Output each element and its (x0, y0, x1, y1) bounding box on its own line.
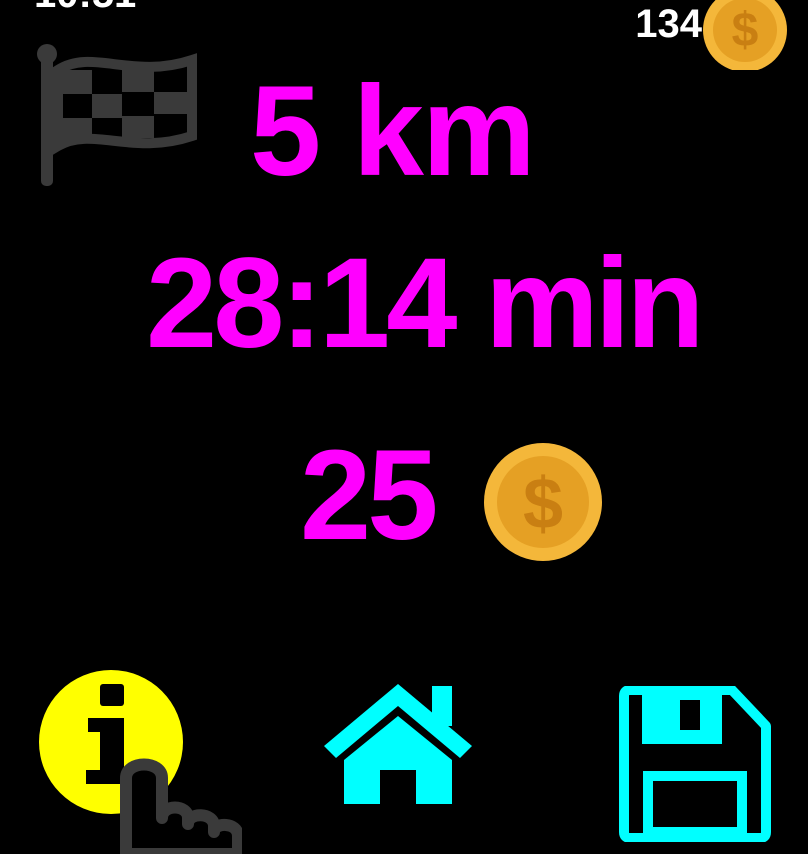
coin-balance: 134 (635, 2, 702, 46)
distance-value: 5 km (250, 60, 536, 203)
floppy-disk-icon (619, 685, 771, 843)
tap-hand-icon (120, 758, 244, 854)
coin-icon: $ (703, 0, 787, 70)
svg-text:$: $ (523, 464, 563, 544)
info-button[interactable] (38, 668, 244, 854)
checkered-flag-icon (37, 44, 197, 186)
coins-earned-value: 25 (300, 424, 438, 567)
status-time: 10:51 (34, 0, 136, 14)
home-icon (324, 684, 472, 804)
save-button[interactable] (618, 685, 772, 843)
home-button[interactable] (318, 678, 478, 808)
coin-icon: $ (484, 443, 602, 561)
svg-text:$: $ (732, 4, 759, 57)
info-icon (39, 670, 244, 854)
duration-value: 28:14 min (146, 232, 704, 375)
